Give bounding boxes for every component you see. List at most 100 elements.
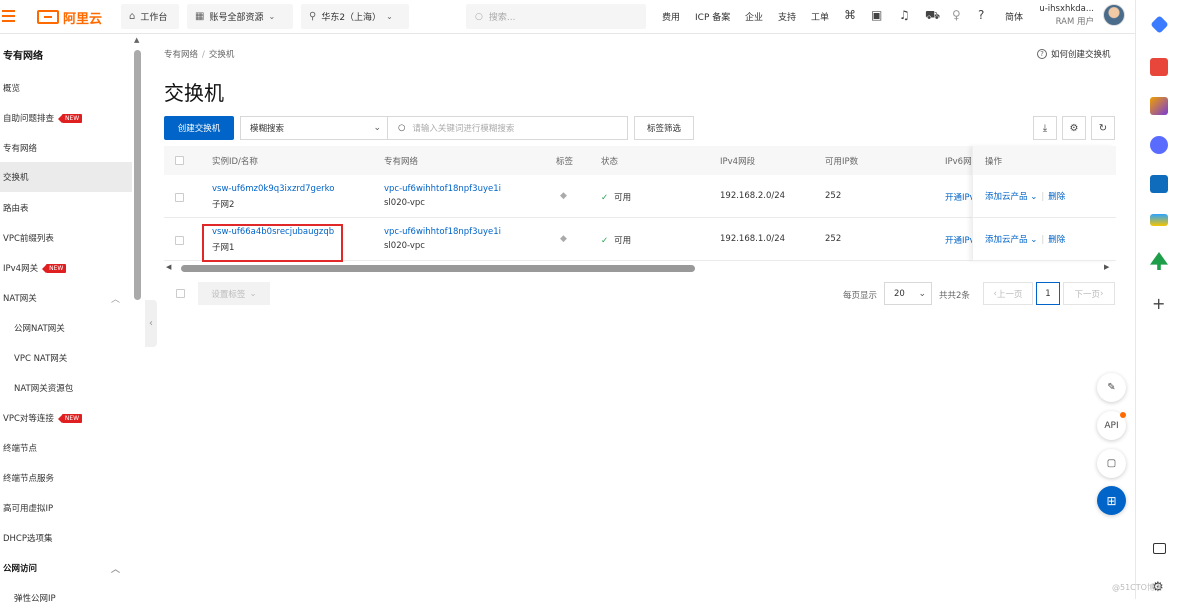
sidebar-item-eip[interactable]: 弹性公网IP	[0, 583, 132, 613]
sidebar-item-endpoint-service[interactable]: 终端节点服务	[0, 463, 132, 493]
chevron-down-icon[interactable]: ⌄	[1028, 235, 1037, 245]
new-badge: NEW	[57, 113, 83, 123]
sidebar-scrollbar[interactable]	[134, 50, 141, 300]
sidebar-item-label: NAT网关资源包	[14, 384, 74, 394]
region-label: 华东2（上海）	[321, 13, 382, 23]
menu-icon[interactable]	[0, 0, 20, 34]
bulk-select-checkbox[interactable]	[176, 289, 185, 298]
vpc-id-link[interactable]: vpc-uf6wihhtof18npf3uye1i	[384, 227, 501, 237]
chat-icon[interactable]: ▢	[1097, 449, 1126, 478]
sidebar-item-nat-package[interactable]: NAT网关资源包	[0, 373, 132, 403]
scroll-up-icon[interactable]: ▲	[134, 36, 139, 44]
terminal-icon[interactable]: ▣	[871, 8, 882, 22]
collapse-sidebar-button[interactable]: ‹	[145, 300, 157, 347]
add-cloud-product-link[interactable]: 添加云产品	[985, 192, 1028, 202]
code-icon[interactable]: ⌘	[844, 8, 856, 22]
download-icon[interactable]: ⤓	[1033, 116, 1057, 140]
row-checkbox[interactable]	[175, 236, 184, 245]
sidebar-item-havip[interactable]: 高可用虚拟IP	[0, 493, 132, 523]
workbench-button[interactable]: ⌂ 工作台	[121, 4, 179, 29]
sidebar-item-label: 自助问题排查	[3, 114, 55, 124]
apps-grid-icon[interactable]: ⊞	[1097, 486, 1126, 515]
help-link[interactable]: ? 如何创建交换机	[1037, 48, 1111, 60]
create-vswitch-button[interactable]: 创建交换机	[164, 116, 234, 140]
user-menu[interactable]: u-ihsxhkda... RAM 用户	[1036, 3, 1094, 29]
sidebar-item-route-table[interactable]: 路由表	[0, 193, 132, 223]
bulk-tag-button[interactable]: 设置标签 ⌄	[198, 282, 270, 305]
nav-link-support[interactable]: 支持	[778, 10, 796, 23]
search-placeholder: 搜索...	[488, 13, 516, 23]
delete-link[interactable]: 删除	[1048, 235, 1065, 245]
chevron-down-icon[interactable]: ⌄	[1028, 192, 1037, 202]
feedback-icon[interactable]: ✎	[1097, 373, 1126, 402]
next-page-button[interactable]: 下一页 ›	[1063, 282, 1115, 305]
help-icon[interactable]: ?	[978, 8, 984, 22]
cart-icon[interactable]: ⛟	[925, 8, 940, 24]
plane-app-icon[interactable]	[1150, 214, 1168, 226]
panel-toggle-icon[interactable]	[1153, 543, 1166, 554]
sidebar-item-endpoint[interactable]: 终端节点	[0, 433, 132, 463]
tag-filter-button[interactable]: 标签筛选	[634, 116, 694, 140]
header-available-ips[interactable]: 可用IP数	[825, 155, 858, 167]
nav-link-icp[interactable]: ICP 备案	[695, 10, 730, 23]
language-switch[interactable]: 简体	[1005, 10, 1023, 23]
nav-link-ticket[interactable]: 工单	[811, 10, 829, 23]
prev-page-button[interactable]: ‹ 上一页	[983, 282, 1033, 305]
search-input[interactable]: ○ 请输入关键词进行模糊搜索	[388, 116, 628, 140]
sidebar-item-prefix-list[interactable]: VPC前缀列表	[0, 223, 132, 253]
hexagon-app-icon[interactable]	[1150, 136, 1168, 154]
breadcrumb-parent[interactable]: 专有网络	[164, 50, 198, 60]
sidebar-item-vpc-peering[interactable]: VPC对等连接 NEW	[0, 403, 132, 433]
sidebar-item-ipv4-gateway[interactable]: IPv4网关 NEW	[0, 253, 132, 283]
sidebar-item-vpc[interactable]: 专有网络	[0, 133, 132, 163]
header-tags: 标签	[556, 157, 574, 167]
row-checkbox[interactable]	[175, 193, 184, 202]
header-instance: 实例ID/名称	[212, 157, 258, 167]
nav-link-enterprise[interactable]: 企业	[745, 10, 763, 23]
sidebar-group-nat[interactable]: NAT网关 ︿	[0, 283, 132, 313]
tag-icon[interactable]: ◆	[560, 234, 567, 244]
enable-ipv6-link[interactable]: 开通IPv	[945, 191, 975, 203]
region-selector[interactable]: ⚲ 华东2（上海） ⌄	[301, 4, 409, 29]
settings-icon[interactable]: ⚙	[1062, 116, 1086, 140]
table-row: vsw-uf6mz0k9q3ixzrd7gerko 子网2 vpc-uf6wih…	[164, 175, 975, 218]
tag-icon[interactable]: ◆	[560, 191, 567, 201]
header-operations: 操作	[985, 157, 1003, 167]
add-icon[interactable]: +	[1152, 294, 1165, 313]
refresh-icon[interactable]: ↻	[1091, 116, 1115, 140]
select-all-checkbox[interactable]	[175, 156, 184, 165]
instance-id-link[interactable]: vsw-uf6mz0k9q3ixzrd7gerko	[212, 184, 335, 194]
delete-link[interactable]: 删除	[1048, 192, 1065, 202]
row-actions: 添加云产品 ⌄ | 删除	[985, 235, 1066, 245]
page-1-button[interactable]: 1	[1036, 282, 1060, 305]
user-badge-icon[interactable]	[1150, 97, 1168, 115]
sidebar-item-vpc-nat[interactable]: VPC NAT网关	[0, 343, 132, 373]
sidebar-item-public-nat[interactable]: 公网NAT网关	[0, 313, 132, 343]
aliyun-logo[interactable]: 阿里云	[37, 9, 102, 27]
toolbox-icon[interactable]	[1150, 58, 1168, 76]
chevron-up-icon: ︿	[110, 294, 120, 305]
global-search-input[interactable]: ○ 搜索...	[466, 4, 646, 29]
sidebar-group-public-access[interactable]: 公网访问 ︿	[0, 553, 132, 583]
add-cloud-product-link[interactable]: 添加云产品	[985, 235, 1028, 245]
resource-selector[interactable]: ▦ 账号全部资源 ⌄	[187, 4, 293, 29]
search-mode-select[interactable]: 模糊搜索 ⌄	[240, 116, 388, 140]
lightbulb-icon[interactable]: ♀	[952, 8, 961, 22]
sidebar-item-vswitch[interactable]: 交换机	[0, 162, 132, 192]
enable-ipv6-link[interactable]: 开通IPv	[945, 234, 975, 246]
sidebar-item-dhcp[interactable]: DHCP选项集	[0, 523, 132, 553]
page-size-select[interactable]: 20 ⌄	[884, 282, 932, 305]
avatar[interactable]	[1103, 4, 1125, 26]
vpc-id-link[interactable]: vpc-uf6wihhtof18npf3uye1i	[384, 184, 501, 194]
sidebar-item-overview[interactable]: 概览	[0, 73, 132, 103]
scroll-right-icon[interactable]: ▶	[1104, 263, 1109, 271]
nav-link-billing[interactable]: 费用	[662, 10, 680, 23]
sidebar-item-label: IPv4网关	[3, 264, 39, 274]
prev-page-label: 上一页	[996, 289, 1023, 300]
table-horizontal-scrollbar[interactable]	[181, 265, 695, 272]
sidebar-item-self-diagnosis[interactable]: 自助问题排查 NEW	[0, 103, 132, 133]
bell-icon[interactable]: ♫	[899, 8, 910, 22]
home-icon: ⌂	[129, 11, 136, 22]
outlook-icon[interactable]	[1150, 175, 1168, 193]
scroll-left-icon[interactable]: ◀	[166, 263, 171, 271]
